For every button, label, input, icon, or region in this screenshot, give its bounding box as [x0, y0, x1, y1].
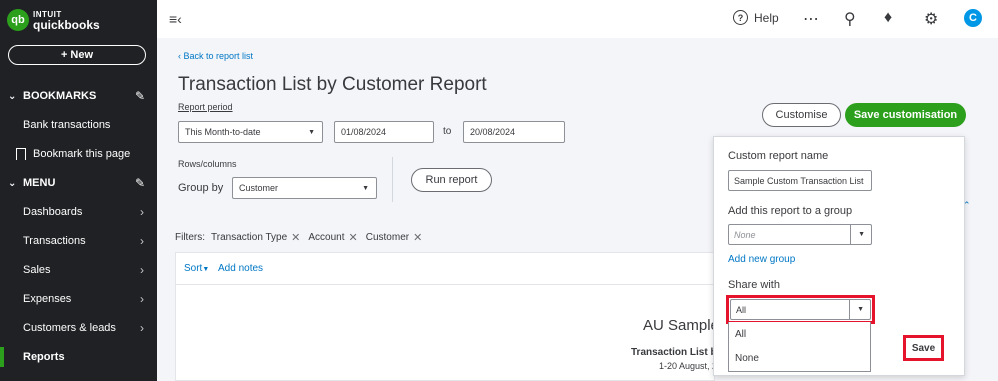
avatar[interactable]: C	[964, 9, 982, 27]
report-title: Transaction List by Customer	[631, 347, 715, 358]
share-with-label: Share with	[728, 279, 780, 291]
filters-label: Filters:	[175, 232, 205, 243]
settings-gear-icon[interactable]: ⚙	[924, 9, 938, 29]
sidebar-item-label: Dashboards	[23, 206, 83, 218]
back-to-report-list-link[interactable]: ‹ Back to report list	[178, 51, 253, 61]
share-with-options-list	[728, 322, 871, 372]
bookmarks-section[interactable]: ⌄ BOOKMARKS ✎	[0, 82, 157, 110]
divider	[392, 157, 393, 202]
scrollbar[interactable]	[990, 38, 998, 381]
report-period-value: This Month-to-date	[185, 127, 261, 137]
quickbooks-logo[interactable]: qb INTUIT quickbooks	[7, 9, 100, 31]
share-with-highlight	[726, 295, 875, 324]
dropdown-caret-icon: ▼	[858, 231, 865, 238]
remove-filter-icon[interactable]: ✕	[291, 231, 300, 244]
new-button[interactable]: + New	[8, 45, 146, 65]
help-button[interactable]: ? Help	[733, 10, 779, 25]
share-option-all[interactable]: All	[735, 329, 746, 340]
sidebar-item-label: Sales	[23, 264, 51, 276]
dropdown-caret-icon: ▼	[362, 184, 369, 192]
group-by-select[interactable]: Customer ▼	[232, 177, 377, 199]
share-option-none[interactable]: None	[735, 353, 759, 364]
group-by-value: Customer	[239, 183, 279, 193]
sidebar-item-bank-transactions[interactable]: Bank transactions	[0, 111, 157, 139]
chevron-down-icon: ⌄	[8, 177, 17, 189]
help-label: Help	[754, 10, 779, 25]
custom-report-name-label: Custom report name	[728, 150, 829, 162]
sidebar: qb INTUIT quickbooks + New ⌄ BOOKMARKS ✎…	[0, 0, 157, 381]
group-select[interactable]: None ▼	[728, 224, 872, 245]
page-title: Transaction List by Customer Report	[178, 74, 487, 95]
from-date-input[interactable]: 01/08/2024	[334, 121, 434, 143]
group-placeholder: None	[734, 229, 756, 240]
notifications-bell-icon[interactable]: ♦	[884, 9, 892, 27]
bookmark-icon	[16, 148, 26, 160]
add-notes-link[interactable]: Add notes	[218, 263, 263, 274]
top-bar: ≡‹ ? Help ⋯ ⚲ ♦ ⚙ C	[157, 0, 998, 38]
sidebar-item-label: Transactions	[23, 235, 86, 247]
dropdown-caret-icon: ▼	[308, 128, 315, 136]
edit-pencil-icon[interactable]: ✎	[135, 176, 145, 190]
collapse-menu-icon[interactable]: ≡‹	[169, 11, 182, 27]
sidebar-item-customers-leads[interactable]: Customers & leads ›	[0, 314, 157, 342]
sidebar-item-label: Bookmark this page	[33, 148, 131, 160]
bookmarks-label: BOOKMARKS	[23, 90, 97, 102]
qb-logo-icon: qb	[7, 9, 29, 31]
to-date-input[interactable]: 20/08/2024	[463, 121, 565, 143]
filter-chip-label: Account	[308, 232, 345, 243]
remove-filter-icon[interactable]: ✕	[349, 231, 358, 244]
add-new-group-link[interactable]: Add new group	[728, 254, 795, 265]
apps-grid-icon[interactable]: ⋯	[803, 9, 819, 29]
sidebar-item-label: Customers & leads	[23, 322, 116, 334]
to-label: to	[443, 126, 452, 137]
save-customisation-button[interactable]: Save customisation	[845, 103, 966, 127]
chevron-down-icon: ⌄	[8, 90, 17, 102]
custom-report-name-input[interactable]: Sample Custom Transaction List	[728, 170, 872, 191]
sidebar-item-dashboards[interactable]: Dashboards ›	[0, 198, 157, 226]
sidebar-item-sales[interactable]: Sales ›	[0, 256, 157, 284]
chevron-right-icon: ›	[140, 321, 144, 335]
sidebar-item-transactions[interactable]: Transactions ›	[0, 227, 157, 255]
chevron-right-icon: ›	[140, 263, 144, 277]
menu-section[interactable]: ⌄ MENU ✎	[0, 169, 157, 197]
customise-button[interactable]: Customise	[762, 103, 841, 127]
report-date-range: 1-20 August, 2024	[659, 361, 715, 371]
search-icon[interactable]: ⚲	[844, 9, 856, 29]
edit-pencil-icon[interactable]: ✎	[135, 89, 145, 103]
run-report-button[interactable]: Run report	[411, 168, 492, 192]
remove-filter-icon[interactable]: ✕	[413, 231, 422, 244]
company-name: AU Sample Company	[643, 317, 715, 334]
sidebar-item-reports[interactable]: Reports	[0, 343, 157, 371]
report-period-label: Report period	[178, 102, 233, 112]
filter-chip-label: Customer	[365, 232, 410, 243]
sidebar-item-label: Bank transactions	[23, 119, 111, 131]
filters-bar: Filters: Transaction Type ✕ Account ✕ Cust…	[175, 231, 430, 244]
sidebar-item-bookmark-this-page[interactable]: Bookmark this page	[0, 140, 157, 168]
add-to-group-label: Add this report to a group	[728, 205, 853, 217]
sort-button[interactable]: Sort▼	[184, 263, 209, 274]
chevron-right-icon: ›	[140, 234, 144, 248]
menu-label: MENU	[23, 177, 56, 189]
help-icon: ?	[733, 10, 748, 25]
divider	[175, 284, 715, 285]
chevron-right-icon: ›	[140, 292, 144, 306]
report-period-select[interactable]: This Month-to-date ▼	[178, 121, 323, 143]
sidebar-item-expenses[interactable]: Expenses ›	[0, 285, 157, 313]
group-by-label: Group by	[178, 182, 224, 194]
rows-columns-label: Rows/columns	[178, 159, 237, 169]
sidebar-item-label: Expenses	[23, 293, 72, 305]
chevron-right-icon: ›	[140, 205, 144, 219]
sidebar-item-label: Reports	[23, 351, 65, 363]
filter-chip-label: Transaction Type	[211, 232, 288, 243]
logo-quickbooks-text: quickbooks	[33, 18, 100, 32]
save-button-highlight	[903, 335, 944, 361]
